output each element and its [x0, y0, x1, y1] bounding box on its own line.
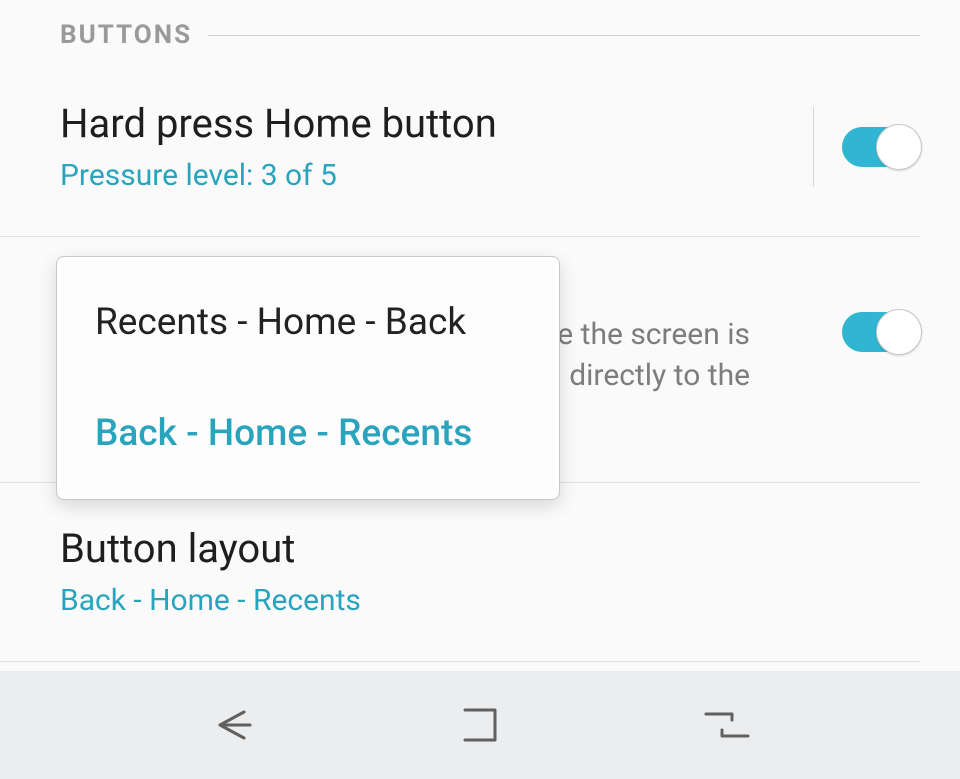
- popup-option-recents-home-back[interactable]: Recents - Home - Back: [57, 267, 559, 378]
- item-desc-fragment: e the screen is directly to the: [557, 315, 750, 396]
- layout-popup: Recents - Home - Back Back - Home - Rece…: [56, 256, 560, 500]
- home-square-icon: [457, 702, 503, 748]
- software-nav-bar: [0, 671, 960, 779]
- section-rule: [208, 35, 920, 36]
- item-title: Hard press Home button: [60, 100, 750, 148]
- vertical-divider: [813, 107, 814, 187]
- popup-option-back-home-recents[interactable]: Back - Home - Recents: [57, 378, 559, 489]
- item-title: Button layout: [60, 525, 750, 573]
- nav-back-button[interactable]: [203, 695, 263, 755]
- item-subtitle: Pressure level: 3 of 5: [60, 158, 750, 194]
- hard-press-toggle[interactable]: [842, 127, 920, 167]
- desc-frag-1: e the screen is: [557, 317, 750, 352]
- nav-home-button[interactable]: [450, 695, 510, 755]
- section-title: BUTTONS: [60, 20, 192, 50]
- recents-icon: [700, 704, 754, 746]
- toggle-wrap: [813, 107, 920, 187]
- item-button-layout[interactable]: Button layout Back - Home - Recents: [0, 483, 920, 662]
- item-subtitle: Back - Home - Recents: [60, 583, 750, 619]
- item-hard-press-home[interactable]: Hard press Home button Pressure level: 3…: [0, 58, 920, 237]
- toggle-knob: [876, 124, 922, 170]
- nav-recents-button[interactable]: [697, 695, 757, 755]
- toggle-wrap-2: [842, 312, 920, 352]
- section-header-buttons: BUTTONS: [0, 0, 960, 58]
- desc-frag-2: directly to the: [569, 358, 750, 393]
- back-arrow-icon: [208, 700, 258, 750]
- toggle-knob: [876, 309, 922, 355]
- unlock-toggle[interactable]: [842, 312, 920, 352]
